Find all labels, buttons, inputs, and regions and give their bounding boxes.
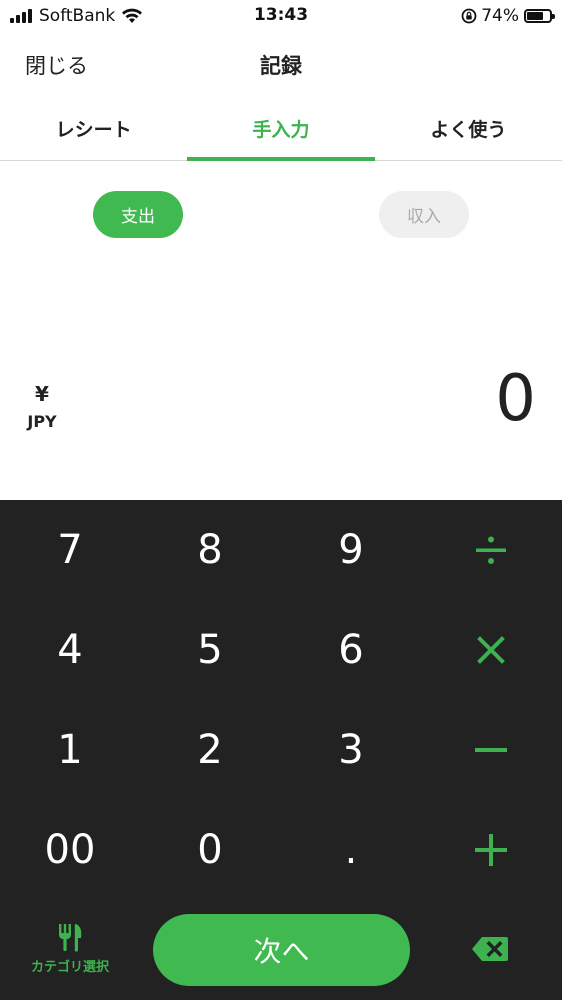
multiply-key[interactable] xyxy=(421,600,561,700)
battery-icon xyxy=(524,9,555,23)
battery-fill xyxy=(527,12,544,20)
divide-icon xyxy=(476,536,506,564)
battery-percent: 74% xyxy=(481,6,519,26)
category-select-button[interactable]: カテゴリ選択 xyxy=(18,922,122,982)
tab-frequently-used[interactable]: よく使う xyxy=(375,100,562,160)
plus-key[interactable] xyxy=(421,800,561,900)
rotation-lock-icon xyxy=(461,8,477,24)
currency-symbol: ¥ xyxy=(35,382,49,406)
multiply-icon xyxy=(477,636,505,664)
key-9[interactable]: 9 xyxy=(281,500,421,600)
expense-toggle-button[interactable]: 支出 xyxy=(93,191,183,238)
header: 閉じる 記録 xyxy=(0,40,562,88)
category-select-label: カテゴリ選択 xyxy=(30,960,109,975)
currency-code: JPY xyxy=(27,412,57,431)
status-right: 74% xyxy=(461,5,555,27)
key-2[interactable]: 2 xyxy=(140,700,280,800)
fork-knife-icon xyxy=(59,923,82,952)
key-8[interactable]: 8 xyxy=(140,500,280,600)
next-button[interactable]: 次へ xyxy=(153,914,410,986)
key-7[interactable]: 7 xyxy=(0,500,140,600)
amount-display: 0 xyxy=(495,362,536,436)
key-1[interactable]: 1 xyxy=(0,700,140,800)
key-00[interactable]: 00 xyxy=(0,800,140,900)
key-decimal[interactable]: . xyxy=(281,800,421,900)
key-6[interactable]: 6 xyxy=(281,600,421,700)
plus-icon xyxy=(475,834,507,866)
keypad: 7 8 9 4 5 6 1 2 3 00 0 . カテゴリ選択 次へ xyxy=(0,500,562,1000)
income-toggle-button[interactable]: 収入 xyxy=(379,191,469,238)
status-bar: SoftBank 13:43 74% xyxy=(0,0,562,32)
tab-receipt[interactable]: レシート xyxy=(0,100,187,160)
key-3[interactable]: 3 xyxy=(281,700,421,800)
app-screen: SoftBank 13:43 74% 閉じる 記録 レシート 手入力 よく使う … xyxy=(0,0,562,1000)
key-0[interactable]: 0 xyxy=(140,800,280,900)
page-title: 記録 xyxy=(260,54,302,78)
key-5[interactable]: 5 xyxy=(140,600,280,700)
backspace-icon xyxy=(472,937,508,961)
divide-key[interactable] xyxy=(421,500,561,600)
bottom-bar: カテゴリ選択 次へ xyxy=(0,900,562,1000)
tab-bar: レシート 手入力 よく使う xyxy=(0,100,562,161)
currency-selector[interactable]: ¥ JPY xyxy=(22,382,62,431)
key-4[interactable]: 4 xyxy=(0,600,140,700)
tab-manual-input[interactable]: 手入力 xyxy=(187,100,375,161)
minus-icon xyxy=(475,748,507,752)
backspace-button[interactable] xyxy=(470,934,510,964)
minus-key[interactable] xyxy=(421,700,561,800)
